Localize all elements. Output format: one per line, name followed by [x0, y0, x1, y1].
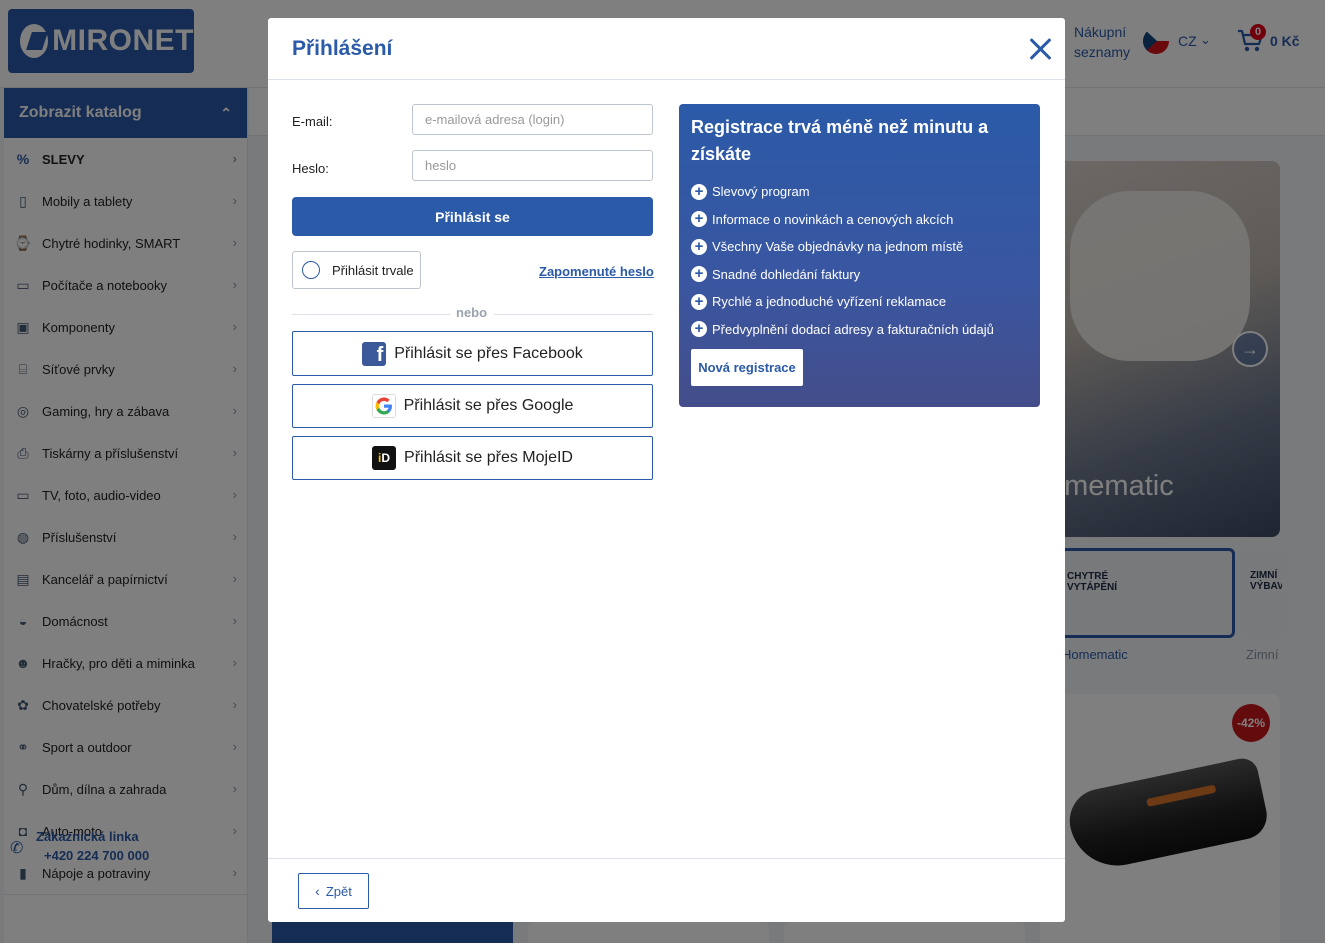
- plus-circle-icon: +: [691, 293, 707, 310]
- radio-icon[interactable]: [302, 261, 320, 279]
- benefit-label: Předvyplnění dodací adresy a fakturačníc…: [712, 321, 994, 337]
- forgot-password-link[interactable]: Zapomenuté heslo: [539, 264, 654, 279]
- remember-me-label: Přihlásit trvale: [332, 262, 414, 278]
- mojeid-login-label: Přihlásit se přes MojeID: [404, 449, 573, 466]
- password-label: Heslo:: [292, 161, 329, 176]
- benefit-item: + Rychlé a jednoduché vyřízení reklamace: [691, 288, 994, 316]
- benefit-label: Snadné dohledání faktury: [712, 266, 861, 282]
- chevron-left-icon: ‹: [315, 883, 320, 899]
- plus-circle-icon: +: [691, 211, 707, 228]
- plus-circle-icon: +: [691, 183, 707, 200]
- benefit-item: + Všechny Vaše objednávky na jednom místě: [691, 233, 994, 261]
- google-login-label: Přihlásit se přes Google: [403, 397, 574, 414]
- divider-text: nebo: [456, 305, 488, 320]
- close-icon[interactable]: [1027, 36, 1053, 62]
- plus-circle-icon: +: [691, 321, 707, 338]
- modal-footer: ‹ Zpět: [268, 858, 1065, 922]
- email-field[interactable]: [412, 104, 653, 135]
- back-button[interactable]: ‹ Zpět: [298, 873, 369, 909]
- facebook-login-label: Přihlásit se přes Facebook: [394, 344, 583, 362]
- password-field[interactable]: [412, 150, 653, 181]
- mojeid-login-button[interactable]: iD Přihlásit se přes MojeID: [292, 436, 653, 480]
- back-button-label: Zpět: [325, 883, 352, 899]
- divider-line: [292, 314, 450, 315]
- login-modal: Přihlášení E-mail: Heslo: Přihlásit se P…: [268, 18, 1065, 922]
- plus-circle-icon: +: [691, 238, 707, 255]
- promo-title: Registrace trvá méně než minutu a získát…: [691, 117, 989, 164]
- divider-line: [494, 314, 653, 315]
- benefit-item: + Informace o novinkách a cenových akcích: [691, 206, 994, 234]
- benefit-list: + Slevový program + Informace o novinkách a…: [691, 178, 994, 343]
- benefit-item: + Slevový program: [691, 178, 994, 206]
- benefit-item: + Předvyplnění dodací adresy a fakturační…: [691, 316, 994, 344]
- modal-title: Přihlášení: [292, 37, 393, 60]
- benefit-label: Rychlé a jednoduché vyřízení reklamace: [712, 294, 947, 310]
- google-icon: [371, 394, 396, 418]
- facebook-login-button[interactable]: f Přihlásit se přes Facebook: [292, 331, 653, 376]
- email-label: E-mail:: [292, 114, 333, 129]
- benefit-label: Informace o novinkách a cenových akcích: [712, 211, 954, 227]
- new-registration-button[interactable]: Nová registrace: [691, 349, 803, 386]
- registration-promo: Registrace trvá méně než minutu a získát…: [679, 104, 1040, 407]
- modal-header: Přihlášení: [268, 18, 1065, 80]
- mojeid-icon: iD: [372, 446, 397, 470]
- google-login-button[interactable]: Přihlásit se přes Google: [292, 384, 653, 428]
- plus-circle-icon: +: [691, 266, 707, 283]
- login-button[interactable]: Přihlásit se: [292, 197, 653, 236]
- facebook-icon: f: [362, 341, 387, 366]
- remember-me-checkbox[interactable]: Přihlásit trvale: [292, 251, 421, 289]
- benefit-label: Všechny Vaše objednávky na jednom místě: [712, 239, 964, 255]
- benefit-label: Slevový program: [712, 184, 810, 200]
- benefit-item: + Snadné dohledání faktury: [691, 261, 994, 289]
